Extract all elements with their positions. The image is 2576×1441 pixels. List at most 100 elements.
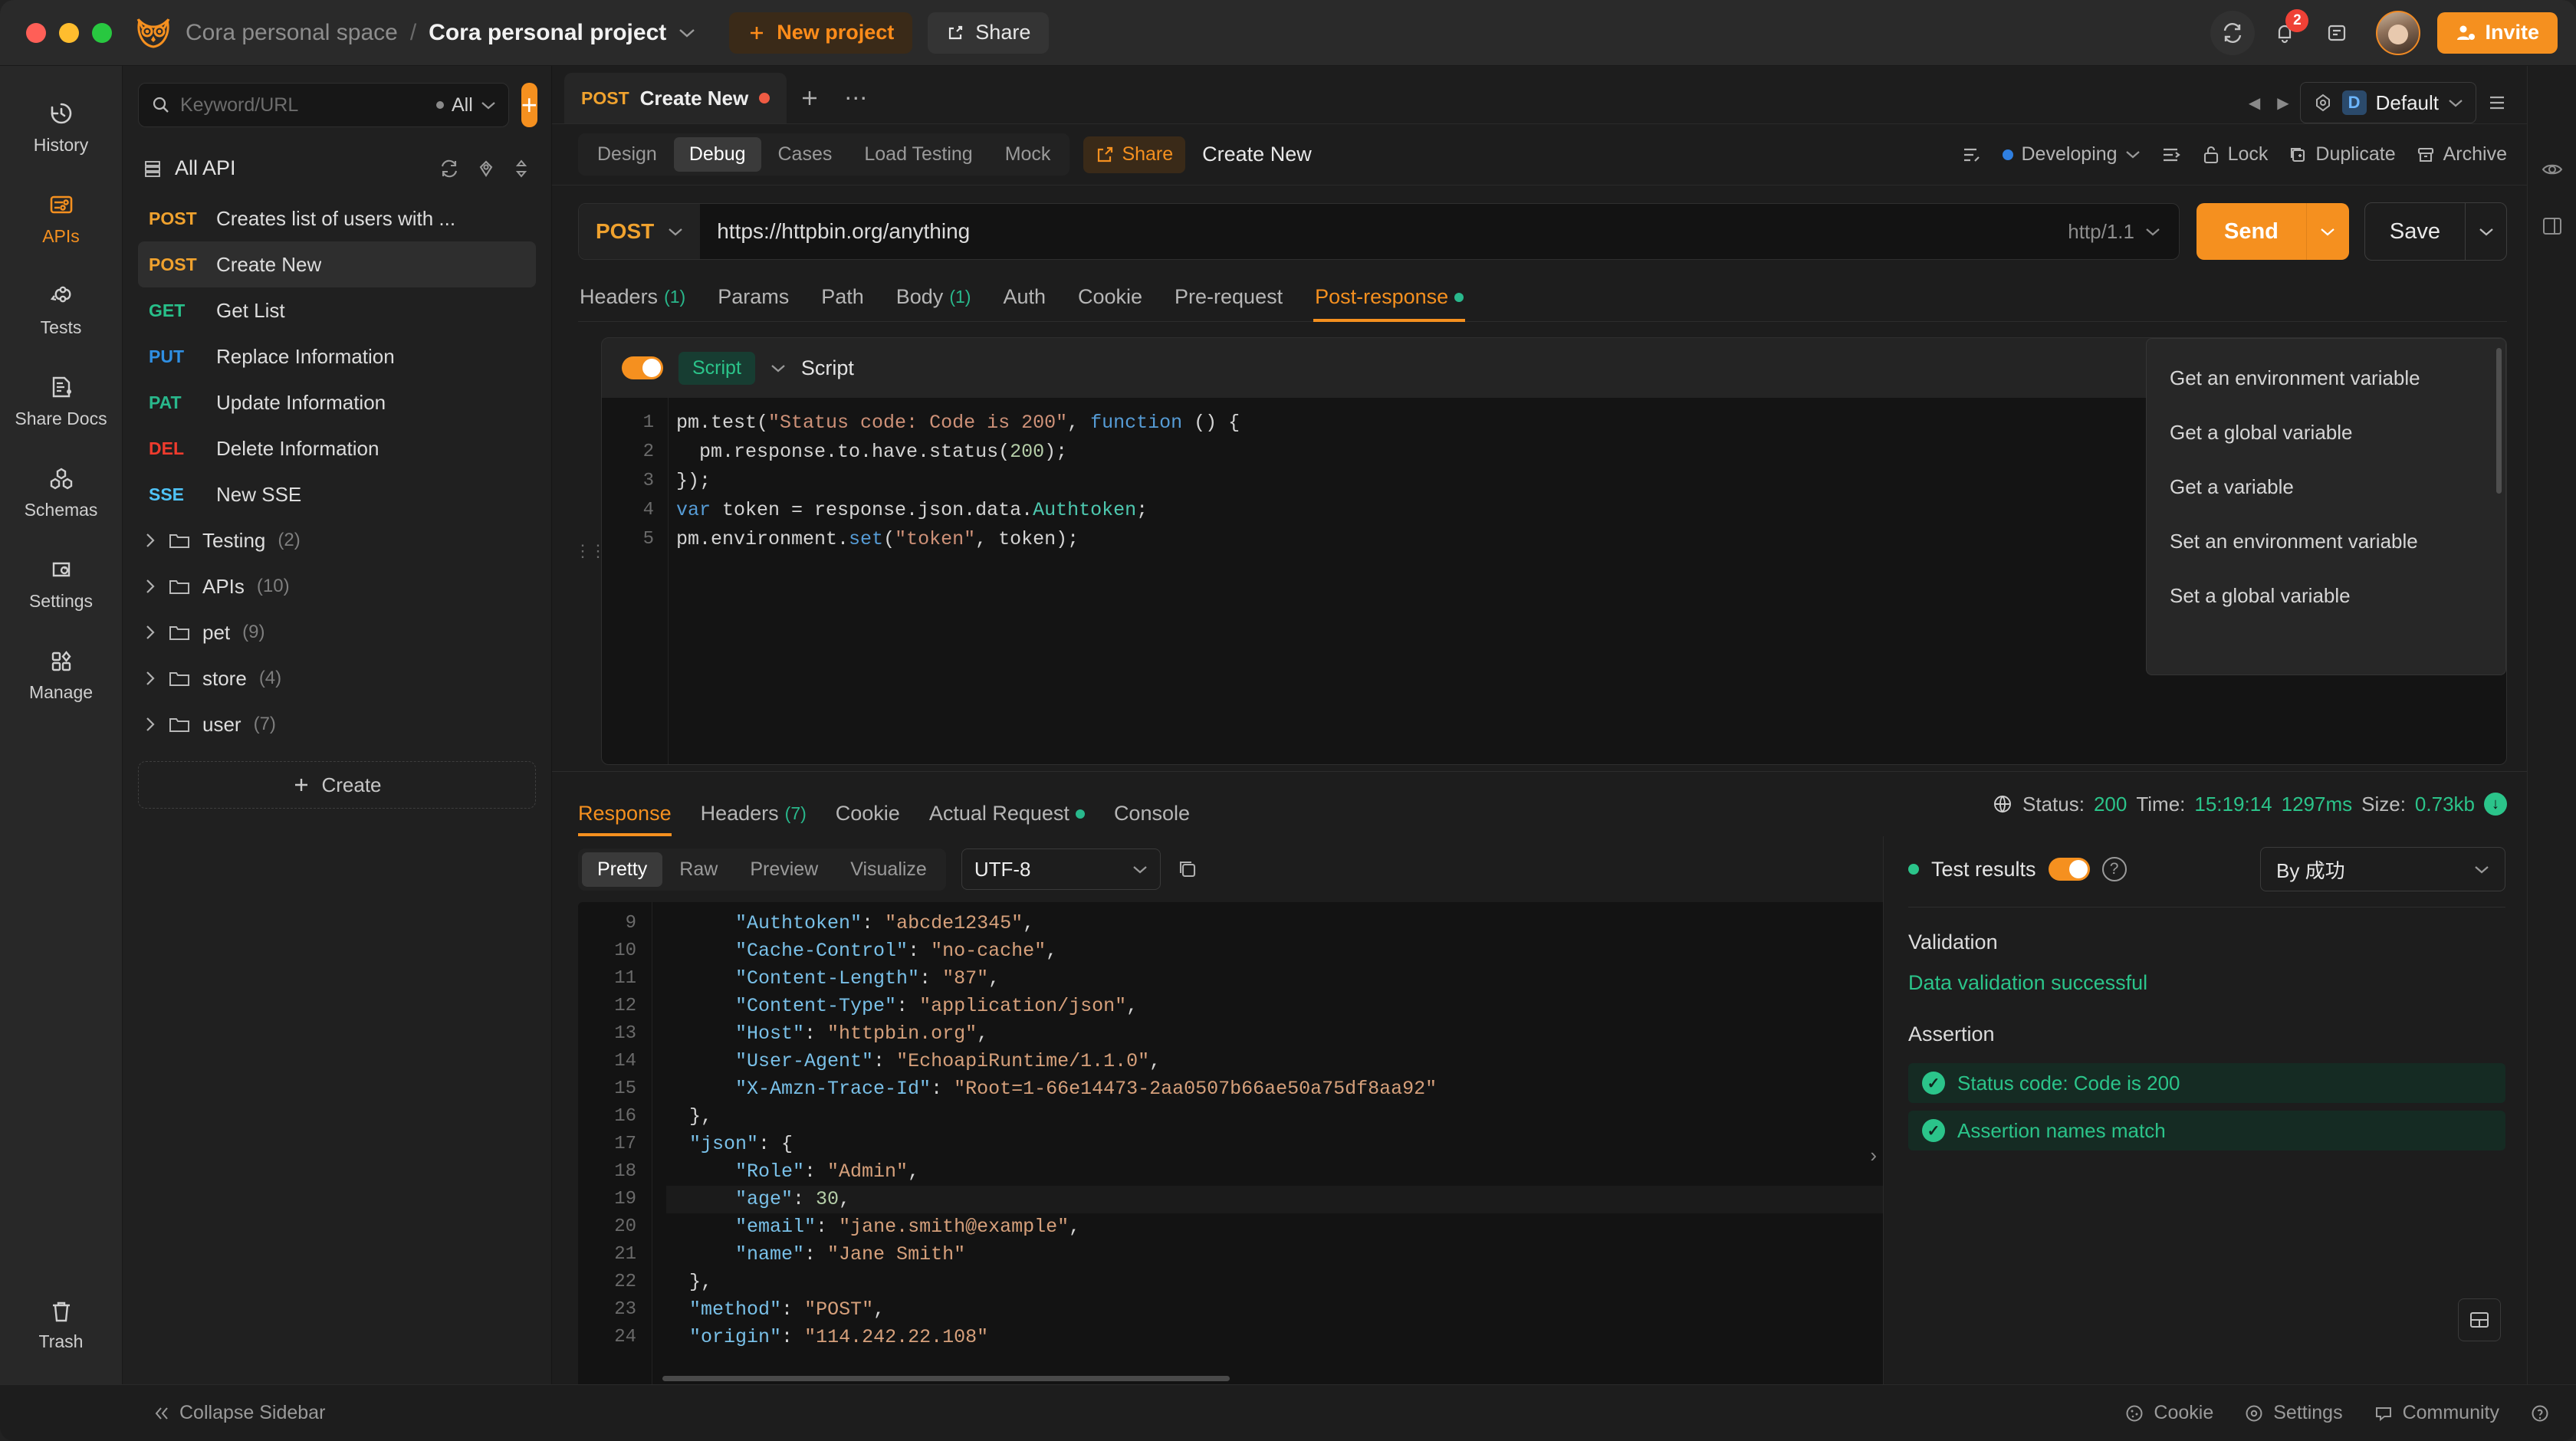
collapse-sidebar-button[interactable]: Collapse Sidebar xyxy=(153,1402,325,1424)
invite-button[interactable]: Invite xyxy=(2437,11,2558,54)
sidebar-item-share-docs[interactable]: Share Docs xyxy=(8,361,115,438)
sidebar-item-apis[interactable]: APIs xyxy=(8,179,115,256)
share-project-button[interactable]: Share xyxy=(928,11,1050,54)
sync-icon[interactable] xyxy=(2210,10,2256,55)
view-pretty[interactable]: Pretty xyxy=(582,852,663,887)
menu-item-get-global-variable[interactable]: Get a global variable xyxy=(2147,405,2505,460)
resize-handle[interactable]: ⋮⋮ xyxy=(574,337,606,765)
notes-icon[interactable] xyxy=(2315,11,2359,55)
close-window-button[interactable] xyxy=(26,22,46,43)
folder-item[interactable]: APIs (10) xyxy=(138,563,536,609)
list-item[interactable]: POST Creates list of users with ... xyxy=(138,195,536,241)
script-snippet-menu[interactable]: Get an environment variable Get a global… xyxy=(2146,338,2506,675)
breadcrumb-space[interactable]: Cora personal space xyxy=(186,20,398,46)
edit-doc-icon[interactable] xyxy=(1961,144,1983,166)
locate-icon[interactable] xyxy=(476,159,496,179)
save-button[interactable]: Save xyxy=(2364,202,2507,261)
tab-response-cookie[interactable]: Cookie xyxy=(836,802,900,836)
view-visualize[interactable]: Visualize xyxy=(835,852,942,887)
refresh-icon[interactable] xyxy=(439,159,459,179)
tab-post-response[interactable]: Post-response xyxy=(1313,277,1466,322)
avatar[interactable] xyxy=(2376,10,2421,55)
environment-selector[interactable]: D Default xyxy=(2299,82,2476,123)
tab-response[interactable]: Response xyxy=(578,802,672,836)
chevron-right-icon[interactable] xyxy=(144,578,156,595)
share-api-button[interactable]: Share xyxy=(1083,136,1186,173)
chevron-right-icon[interactable]: › xyxy=(1870,1144,1877,1167)
help-icon[interactable]: ? xyxy=(2101,857,2127,881)
settings-button[interactable]: Settings xyxy=(2244,1402,2343,1424)
chevron-down-icon[interactable] xyxy=(678,28,695,38)
tab-params[interactable]: Params xyxy=(716,277,790,321)
view-raw[interactable]: Raw xyxy=(664,852,733,887)
help-button[interactable] xyxy=(2530,1403,2550,1423)
breadcrumb-project[interactable]: Cora personal project xyxy=(429,20,666,46)
tab-auth[interactable]: Auth xyxy=(1001,277,1047,321)
test-results-toggle[interactable] xyxy=(2048,858,2090,881)
list-item[interactable]: POST Create New xyxy=(138,241,536,287)
tab-pre-request[interactable]: Pre-request xyxy=(1173,277,1284,321)
environment-menu-icon[interactable] xyxy=(2481,94,2513,111)
new-tab-button[interactable] xyxy=(787,73,833,123)
folder-item[interactable]: Testing (2) xyxy=(138,517,536,563)
chevron-right-icon[interactable] xyxy=(144,624,156,641)
save-options-icon[interactable] xyxy=(2465,203,2506,260)
tab-debug[interactable]: Debug xyxy=(673,137,761,172)
list-item[interactable]: PUT Replace Information xyxy=(138,333,536,379)
tab-design[interactable]: Design xyxy=(582,137,672,172)
tab-cases[interactable]: Cases xyxy=(763,137,848,172)
encoding-selector[interactable]: UTF-8 xyxy=(961,849,1161,890)
layout-icon[interactable] xyxy=(2541,215,2564,238)
search-box[interactable]: All xyxy=(138,83,509,127)
api-status-selector[interactable]: Developing xyxy=(2003,143,2140,166)
url-input[interactable] xyxy=(700,219,2050,244)
folder-item[interactable]: pet (9) xyxy=(138,609,536,655)
tab-mock[interactable]: Mock xyxy=(990,137,1066,172)
menu-item-get-variable[interactable]: Get a variable xyxy=(2147,460,2505,514)
sidebar-item-tests[interactable]: Tests xyxy=(8,270,115,347)
maximize-window-button[interactable] xyxy=(92,22,112,43)
lock-button[interactable]: Lock xyxy=(2202,143,2268,166)
list-item[interactable]: SSE New SSE xyxy=(138,471,536,517)
tab-console[interactable]: Console xyxy=(1114,802,1190,836)
list-item[interactable]: PAT Update Information xyxy=(138,379,536,425)
menu-scrollbar[interactable] xyxy=(2496,348,2502,494)
nav-forward-icon[interactable]: ▶ xyxy=(2271,94,2295,113)
send-options-icon[interactable] xyxy=(2305,203,2349,260)
move-api-icon[interactable] xyxy=(2160,146,2182,164)
sidebar-item-trash[interactable]: Trash xyxy=(8,1287,115,1361)
chevron-right-icon[interactable] xyxy=(144,670,156,687)
duplicate-button[interactable]: Duplicate xyxy=(2288,143,2396,166)
create-button[interactable]: Create xyxy=(138,761,536,809)
chevron-right-icon[interactable] xyxy=(144,716,156,733)
add-api-button[interactable]: + xyxy=(521,83,537,127)
list-item[interactable]: DEL Delete Information xyxy=(138,425,536,471)
tab-response-headers[interactable]: Headers (7) xyxy=(701,802,807,836)
sidebar-item-history[interactable]: History xyxy=(8,87,115,165)
chevron-down-icon[interactable] xyxy=(770,363,786,373)
tab-body[interactable]: Body (1) xyxy=(895,277,973,321)
notifications-bell-icon[interactable]: 2 xyxy=(2262,8,2309,55)
tab-load-testing[interactable]: Load Testing xyxy=(849,137,987,172)
tab-headers[interactable]: Headers (1) xyxy=(578,277,687,321)
archive-button[interactable]: Archive xyxy=(2416,143,2507,166)
eye-icon[interactable] xyxy=(2541,158,2564,181)
script-enable-toggle[interactable] xyxy=(622,356,663,379)
folder-item[interactable]: user (7) xyxy=(138,701,536,747)
nav-back-icon[interactable]: ◀ xyxy=(2242,94,2266,113)
json-viewer[interactable]: 9 10 11 12 13 14 15 16 17 18 19 20 21 22… xyxy=(578,902,1883,1384)
tab-actual-request[interactable]: Actual Request xyxy=(929,802,1085,836)
json-horizontal-scrollbar[interactable] xyxy=(662,1376,1230,1381)
view-preview[interactable]: Preview xyxy=(734,852,833,887)
chevron-right-icon[interactable] xyxy=(144,532,156,549)
sort-by-selector[interactable]: By 成功 xyxy=(2260,847,2505,891)
search-input[interactable] xyxy=(180,94,427,117)
tab-more-button[interactable]: ⋯ xyxy=(833,73,879,123)
list-item[interactable]: GET Get List xyxy=(138,287,536,333)
sidebar-item-manage[interactable]: Manage xyxy=(8,635,115,712)
tab-cookie[interactable]: Cookie xyxy=(1076,277,1144,321)
cookie-button[interactable]: Cookie xyxy=(2124,1402,2213,1424)
search-scope-selector[interactable]: All xyxy=(436,94,496,117)
script-type-chip[interactable]: Script xyxy=(678,351,755,385)
http-version-selector[interactable]: http/1.1 xyxy=(2049,220,2179,244)
